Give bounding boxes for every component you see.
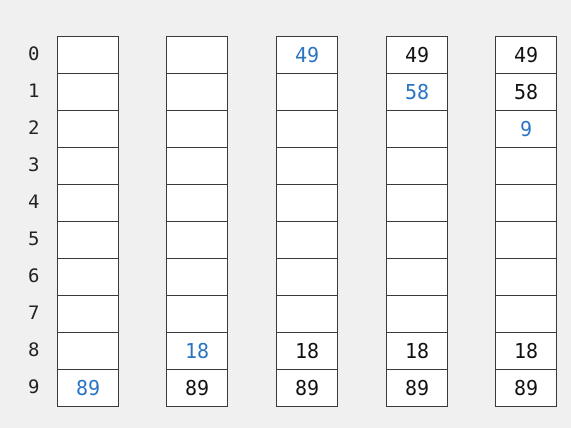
table-cell [495,148,557,185]
table-cell [495,296,557,333]
table-cell [495,259,557,296]
hash-table-1: 89 [57,36,119,407]
hash-table-4: 49 58 18 89 [386,36,448,407]
table-cell [386,148,448,185]
table-cell: 58 [495,74,557,111]
table-cell [166,148,228,185]
row-index-label: 9 [28,376,40,398]
table-cell [276,185,338,222]
table-cell: 9 [495,111,557,148]
table-cell [386,296,448,333]
table-cell: 18 [276,333,338,370]
table-cell [495,222,557,259]
table-cell [276,74,338,111]
table-cell [57,111,119,148]
table-cell: 49 [276,37,338,74]
table-cell: 18 [495,333,557,370]
table-cell [495,185,557,222]
row-index-label: 7 [28,302,40,324]
table-cell: 89 [386,370,448,407]
table-cell: 58 [386,74,448,111]
table-cell [57,222,119,259]
table-cell [57,74,119,111]
row-index-label: 3 [28,154,40,176]
row-index-label: 2 [28,117,40,139]
table-cell [276,259,338,296]
table-cell [276,148,338,185]
table-cell [57,148,119,185]
row-index-label: 4 [28,191,40,213]
table-cell: 49 [386,37,448,74]
row-index-label: 5 [28,228,40,250]
hash-table-2: 18 89 [166,36,228,407]
table-cell [166,296,228,333]
table-cell [166,185,228,222]
hash-table-5: 49 58 9 18 89 [495,36,557,407]
row-index-label: 1 [28,80,40,102]
table-cell [57,259,119,296]
table-cell [166,111,228,148]
table-cell [276,296,338,333]
table-cell [166,37,228,74]
row-index-label: 0 [28,43,40,65]
hash-table-diagram: 0123456789 89 18 89 49 18 89 49 58 18 89 49 58 9 18 89 [0,0,571,428]
table-cell: 18 [166,333,228,370]
table-cell: 89 [57,370,119,407]
table-cell: 18 [386,333,448,370]
table-cell [57,296,119,333]
table-cell [166,74,228,111]
table-cell: 89 [276,370,338,407]
table-cell [386,111,448,148]
table-cell [386,185,448,222]
table-cell [166,259,228,296]
table-cell [166,222,228,259]
row-index-label: 6 [28,265,40,287]
table-cell [276,222,338,259]
table-cell [57,185,119,222]
table-cell [57,37,119,74]
row-index-label: 8 [28,339,40,361]
table-cell: 89 [166,370,228,407]
table-cell: 89 [495,370,557,407]
table-cell: 49 [495,37,557,74]
table-cell [57,333,119,370]
table-cell [276,111,338,148]
hash-table-3: 49 18 89 [276,36,338,407]
table-cell [386,259,448,296]
table-cell [386,222,448,259]
